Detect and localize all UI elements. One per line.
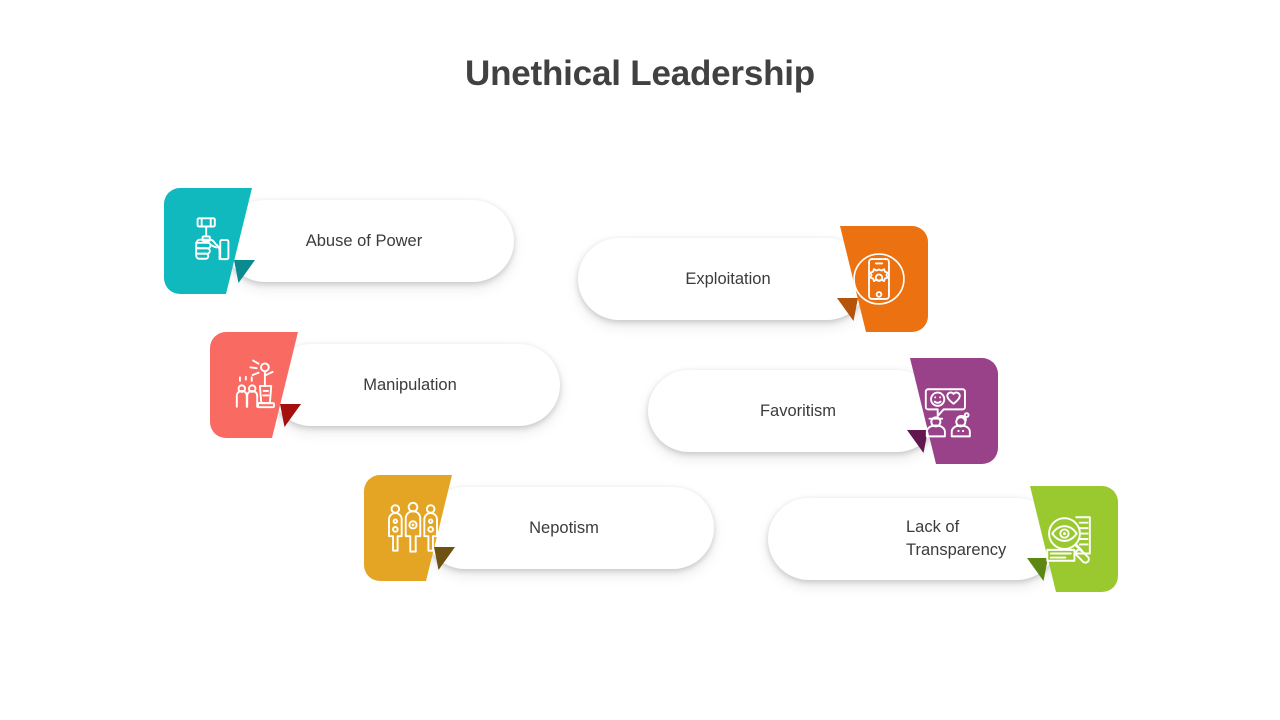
card-tab-manipulation xyxy=(210,332,328,438)
card-tab-lack-of-transparency xyxy=(1000,486,1118,592)
card-tab-exploitation xyxy=(810,226,928,332)
card-exploitation[interactable]: Exploitation xyxy=(578,226,928,332)
card-lack-of-transparency[interactable]: Lack of Transparency xyxy=(768,486,1118,592)
card-label-exploitation: Exploitation xyxy=(685,269,771,288)
card-tab-abuse-of-power xyxy=(164,188,282,294)
slide-canvas: Unethical Leadership Abuse of Power Expl… xyxy=(0,0,1280,720)
card-label-favoritism: Favoritism xyxy=(759,401,837,420)
page-title: Unethical Leadership xyxy=(465,54,815,93)
card-label-nepotism: Nepotism xyxy=(529,518,599,537)
card-tab-nepotism xyxy=(364,475,482,581)
card-label-lack-of-transparency: Lack of Transparency xyxy=(906,518,1007,559)
card-tab-favoritism xyxy=(880,358,998,464)
card-nepotism[interactable]: Nepotism xyxy=(364,475,714,581)
card-label-abuse-of-power: Abuse of Power xyxy=(305,231,423,250)
card-label-manipulation: Manipulation xyxy=(363,375,457,394)
card-favoritism[interactable]: Favoritism xyxy=(648,358,998,464)
card-abuse-of-power[interactable]: Abuse of Power xyxy=(164,188,514,294)
card-manipulation[interactable]: Manipulation xyxy=(210,332,560,438)
